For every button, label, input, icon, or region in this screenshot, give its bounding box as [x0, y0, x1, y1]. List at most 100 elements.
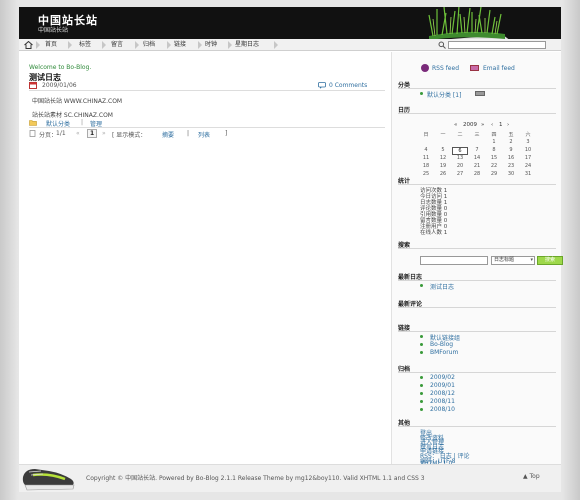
back-to-top-link[interactable]: ▲ Top	[523, 473, 540, 480]
page-icon	[29, 130, 36, 137]
nav-item-home[interactable]: 首页	[41, 40, 61, 50]
current-page[interactable]: 1	[87, 129, 98, 138]
calendar-day[interactable]: 11	[418, 155, 434, 161]
search-select-value: 日志标题	[494, 257, 515, 263]
email-icon[interactable]	[470, 65, 479, 71]
calendar-day[interactable]: 25	[418, 171, 434, 177]
calendar-weekday: 六	[525, 132, 531, 138]
calendar-day[interactable]: 16	[503, 155, 519, 161]
stats-item: 在线人数 1	[420, 230, 448, 236]
calendar-weekday: 三	[474, 132, 480, 138]
mode-summary-link[interactable]: 摘要	[162, 130, 174, 139]
search-button[interactable]: 搜索	[537, 256, 563, 265]
rss-feed-link[interactable]: RSS feed	[432, 65, 459, 72]
nav-item-clock[interactable]: 时钟	[201, 40, 221, 50]
calendar-day[interactable]: 26	[435, 171, 451, 177]
archive-item[interactable]: 2008/12	[430, 390, 455, 397]
sidebar: RSS feed Email feed 分类 默认分类 [1] 日历 « 200…	[391, 52, 563, 467]
nav-item-archive[interactable]: 归档	[139, 40, 159, 50]
calendar-day[interactable]: 31	[520, 171, 536, 177]
grass-logo-image	[428, 7, 509, 39]
bullet	[420, 408, 423, 411]
archive-item[interactable]: 2009/01	[430, 382, 455, 389]
nav-item-tags[interactable]: 标签	[75, 40, 95, 50]
bracket: ]	[225, 130, 228, 137]
nav-item-guestbook[interactable]: 留言	[107, 40, 127, 50]
next-month-button[interactable]: ›	[507, 122, 509, 128]
archive-item[interactable]: 2008/10	[430, 406, 455, 413]
last-page-icon[interactable]: »	[102, 130, 106, 137]
calendar-day[interactable]: 9	[503, 147, 519, 153]
calendar-weekday: 五	[508, 132, 514, 138]
main-nav: 首页 标签 留言 归档 链接 时钟 星期日志	[19, 39, 561, 51]
link-item[interactable]: Bo-Blog	[430, 341, 453, 348]
calendar-weekday: 四	[491, 132, 497, 138]
bullet	[420, 284, 423, 287]
calendar-day[interactable]: 24	[520, 163, 536, 169]
calendar-day[interactable]: 15	[486, 155, 502, 161]
prev-month-button[interactable]: ‹	[491, 122, 493, 128]
category-item[interactable]: 默认分类 [1]	[427, 90, 461, 99]
post-date: 2009/01/06	[42, 82, 77, 89]
nav-separator	[68, 41, 72, 49]
calendar-day[interactable]: 20	[452, 163, 468, 169]
calendar-day[interactable]: 17	[520, 155, 536, 161]
next-year-button[interactable]: »	[481, 122, 484, 128]
nav-separator	[102, 41, 106, 49]
divider	[398, 88, 556, 89]
calendar-day[interactable]: 18	[418, 163, 434, 169]
calendar-day[interactable]: 28	[469, 171, 485, 177]
divider	[398, 331, 556, 332]
email-feed-link[interactable]: Email feed	[483, 65, 515, 72]
calendar-day[interactable]: 30	[503, 171, 519, 177]
nav-item-links[interactable]: 链接	[170, 40, 190, 50]
search-icon[interactable]	[438, 41, 446, 49]
recent-post-link[interactable]: 测试日志	[430, 282, 454, 291]
calendar-weekday: 日	[423, 132, 429, 138]
nav-separator	[36, 41, 40, 49]
archive-item[interactable]: 2008/11	[430, 398, 455, 405]
calendar-day[interactable]: 19	[435, 163, 451, 169]
bullet	[420, 351, 423, 354]
calendar-day[interactable]: 2	[503, 139, 519, 145]
bullet	[420, 92, 423, 95]
comments-link[interactable]: 0 Comments	[329, 82, 367, 89]
link-item[interactable]: BMForum	[430, 349, 458, 356]
category-rss-icon[interactable]	[475, 91, 485, 96]
category-link[interactable]: 默认分类	[46, 119, 70, 128]
calendar-day[interactable]: 4	[418, 147, 434, 153]
calendar-day[interactable]: 12	[435, 155, 451, 161]
calendar-day[interactable]: 3	[520, 139, 536, 145]
post-meta: 2009/01/06 0 Comments	[29, 82, 385, 91]
mode-list-link[interactable]: 列表	[198, 130, 210, 139]
search-type-select[interactable]: 日志标题 ▾	[491, 256, 535, 265]
calendar-day[interactable]: 29	[486, 171, 502, 177]
calendar-day[interactable]: 1	[486, 139, 502, 145]
prev-year-button[interactable]: «	[454, 122, 457, 128]
archive-item[interactable]: 2009/02	[430, 374, 455, 381]
post-body-line: 站长站素材 SC.CHINAZ.COM	[32, 112, 113, 119]
calendar-day[interactable]: 27	[452, 171, 468, 177]
calendar-month: 1	[499, 122, 503, 128]
home-icon[interactable]	[24, 41, 33, 49]
first-page-icon[interactable]: «	[76, 130, 80, 137]
rss-icon[interactable]	[421, 64, 429, 72]
folder-icon	[29, 120, 37, 126]
nav-search-input[interactable]	[448, 41, 546, 49]
calendar-day[interactable]: 22	[486, 163, 502, 169]
calendar-day[interactable]: 23	[503, 163, 519, 169]
divider	[398, 280, 556, 281]
calendar-day-today[interactable]: 6	[452, 147, 468, 155]
calendar-day[interactable]: 21	[469, 163, 485, 169]
calendar-day[interactable]: 14	[469, 155, 485, 161]
calendar-day[interactable]: 8	[486, 147, 502, 153]
calendar-day[interactable]: 5	[435, 147, 451, 153]
nav-item-weekly-log[interactable]: 星期日志	[231, 40, 263, 50]
search-input[interactable]	[420, 256, 488, 265]
manage-link[interactable]: 管理	[90, 119, 102, 128]
bullet	[420, 400, 423, 403]
calendar-day[interactable]: 7	[469, 147, 485, 153]
calendar-day[interactable]: 13	[452, 155, 468, 161]
calendar-day[interactable]: 10	[520, 147, 536, 153]
divider	[398, 307, 556, 308]
